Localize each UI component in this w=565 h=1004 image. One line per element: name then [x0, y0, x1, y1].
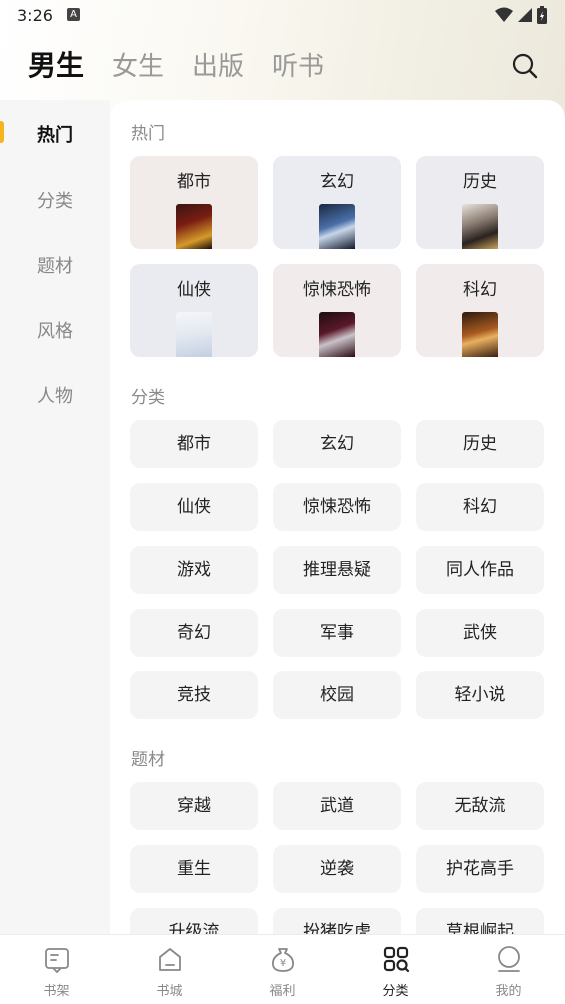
category-pill[interactable]: 武侠	[416, 609, 544, 657]
hot-card-lishi[interactable]: 历史	[416, 156, 544, 249]
bookstore-icon	[159, 948, 181, 971]
theme-pill[interactable]: 升级流	[130, 908, 258, 935]
category-pill[interactable]: 历史	[416, 420, 544, 468]
top-tab-bar: 男生 女生 出版 听书	[28, 44, 324, 84]
nav-category[interactable]: 分类	[339, 935, 452, 1004]
nav-label: 分类	[382, 984, 409, 999]
status-time: 3:26	[17, 6, 53, 25]
nav-label: 书架	[43, 984, 70, 999]
hot-card-xianxia[interactable]: 仙侠	[130, 264, 258, 357]
nav-label: 书城	[156, 984, 183, 999]
category-content[interactable]: 热门 都市 玄幻 历史 仙侠 惊悚恐怖 科幻 分类 都市 玄幻 历史 仙侠 惊悚…	[110, 100, 565, 935]
battery-icon	[537, 6, 547, 24]
sidebar-item-style[interactable]: 风格	[0, 317, 110, 343]
category-sidebar: 热门 分类 题材 风格 人物	[0, 100, 110, 935]
theme-pill[interactable]: 无敌流	[416, 782, 544, 830]
book-cover	[462, 204, 498, 249]
section-title-category: 分类	[131, 388, 165, 408]
status-bar: 3:26 A	[0, 0, 565, 32]
category-pill[interactable]: 同人作品	[416, 546, 544, 594]
tab-female[interactable]: 女生	[112, 46, 164, 83]
theme-pill[interactable]: 武道	[273, 782, 401, 830]
tab-male[interactable]: 男生	[28, 44, 84, 84]
hot-card-label: 都市	[177, 172, 211, 192]
bottom-nav: 书架 书城 ¥ 福利 分类 我的	[0, 934, 565, 1004]
category-pill[interactable]: 军事	[273, 609, 401, 657]
section-title-hot: 热门	[131, 124, 165, 144]
category-pill[interactable]: 竞技	[130, 671, 258, 719]
nav-welfare[interactable]: ¥ 福利	[226, 935, 339, 1004]
nav-bookshelf[interactable]: 书架	[0, 935, 113, 1004]
welfare-icon: ¥	[272, 948, 294, 972]
theme-pill[interactable]: 扮猪吃虎	[273, 908, 401, 935]
hot-card-label: 仙侠	[177, 280, 211, 300]
category-pill[interactable]: 游戏	[130, 546, 258, 594]
hot-card-label: 惊悚恐怖	[303, 280, 371, 300]
theme-pill[interactable]: 重生	[130, 845, 258, 893]
book-cover	[462, 312, 498, 357]
theme-pill[interactable]: 穿越	[130, 782, 258, 830]
hot-card-horror[interactable]: 惊悚恐怖	[273, 264, 401, 357]
section-title-theme: 题材	[131, 750, 165, 770]
theme-pill[interactable]: 逆袭	[273, 845, 401, 893]
book-cover	[319, 312, 355, 357]
status-icons	[495, 6, 547, 24]
hot-card-dushi[interactable]: 都市	[130, 156, 258, 249]
category-pill[interactable]: 推理悬疑	[273, 546, 401, 594]
nav-bookstore[interactable]: 书城	[113, 935, 226, 1004]
svg-text:¥: ¥	[280, 958, 286, 969]
nav-profile[interactable]: 我的	[452, 935, 565, 1004]
sidebar-item-hot[interactable]: 热门	[0, 121, 110, 147]
bookshelf-icon	[45, 948, 69, 973]
tab-audiobook[interactable]: 听书	[272, 46, 324, 83]
search-icon	[512, 53, 538, 79]
hot-card-scifi[interactable]: 科幻	[416, 264, 544, 357]
category-pill[interactable]: 奇幻	[130, 609, 258, 657]
book-cover	[176, 204, 212, 249]
sidebar-item-character[interactable]: 人物	[0, 382, 110, 408]
book-cover	[319, 204, 355, 249]
category-pill[interactable]: 科幻	[416, 483, 544, 531]
notification-icon: A	[67, 8, 80, 21]
sidebar-item-category[interactable]: 分类	[0, 187, 110, 213]
nav-label: 我的	[495, 984, 522, 999]
theme-pill[interactable]: 护花高手	[416, 845, 544, 893]
category-pill[interactable]: 玄幻	[273, 420, 401, 468]
hot-card-label: 玄幻	[320, 172, 354, 192]
hot-card-label: 科幻	[463, 280, 497, 300]
category-pill[interactable]: 都市	[130, 420, 258, 468]
book-cover	[176, 312, 212, 357]
category-pill[interactable]: 轻小说	[416, 671, 544, 719]
hot-card-label: 历史	[463, 172, 497, 192]
signal-icon	[518, 8, 532, 22]
category-icon	[383, 946, 410, 973]
category-pill[interactable]: 惊悚恐怖	[273, 483, 401, 531]
tab-publish[interactable]: 出版	[192, 46, 244, 83]
profile-icon	[498, 946, 520, 972]
wifi-icon	[495, 7, 513, 22]
theme-pill[interactable]: 草根崛起	[416, 908, 544, 935]
search-button[interactable]	[511, 52, 539, 80]
category-pill[interactable]: 校园	[273, 671, 401, 719]
hot-card-xuanhuan[interactable]: 玄幻	[273, 156, 401, 249]
nav-label: 福利	[269, 984, 296, 999]
sidebar-item-theme[interactable]: 题材	[0, 252, 110, 278]
category-pill[interactable]: 仙侠	[130, 483, 258, 531]
